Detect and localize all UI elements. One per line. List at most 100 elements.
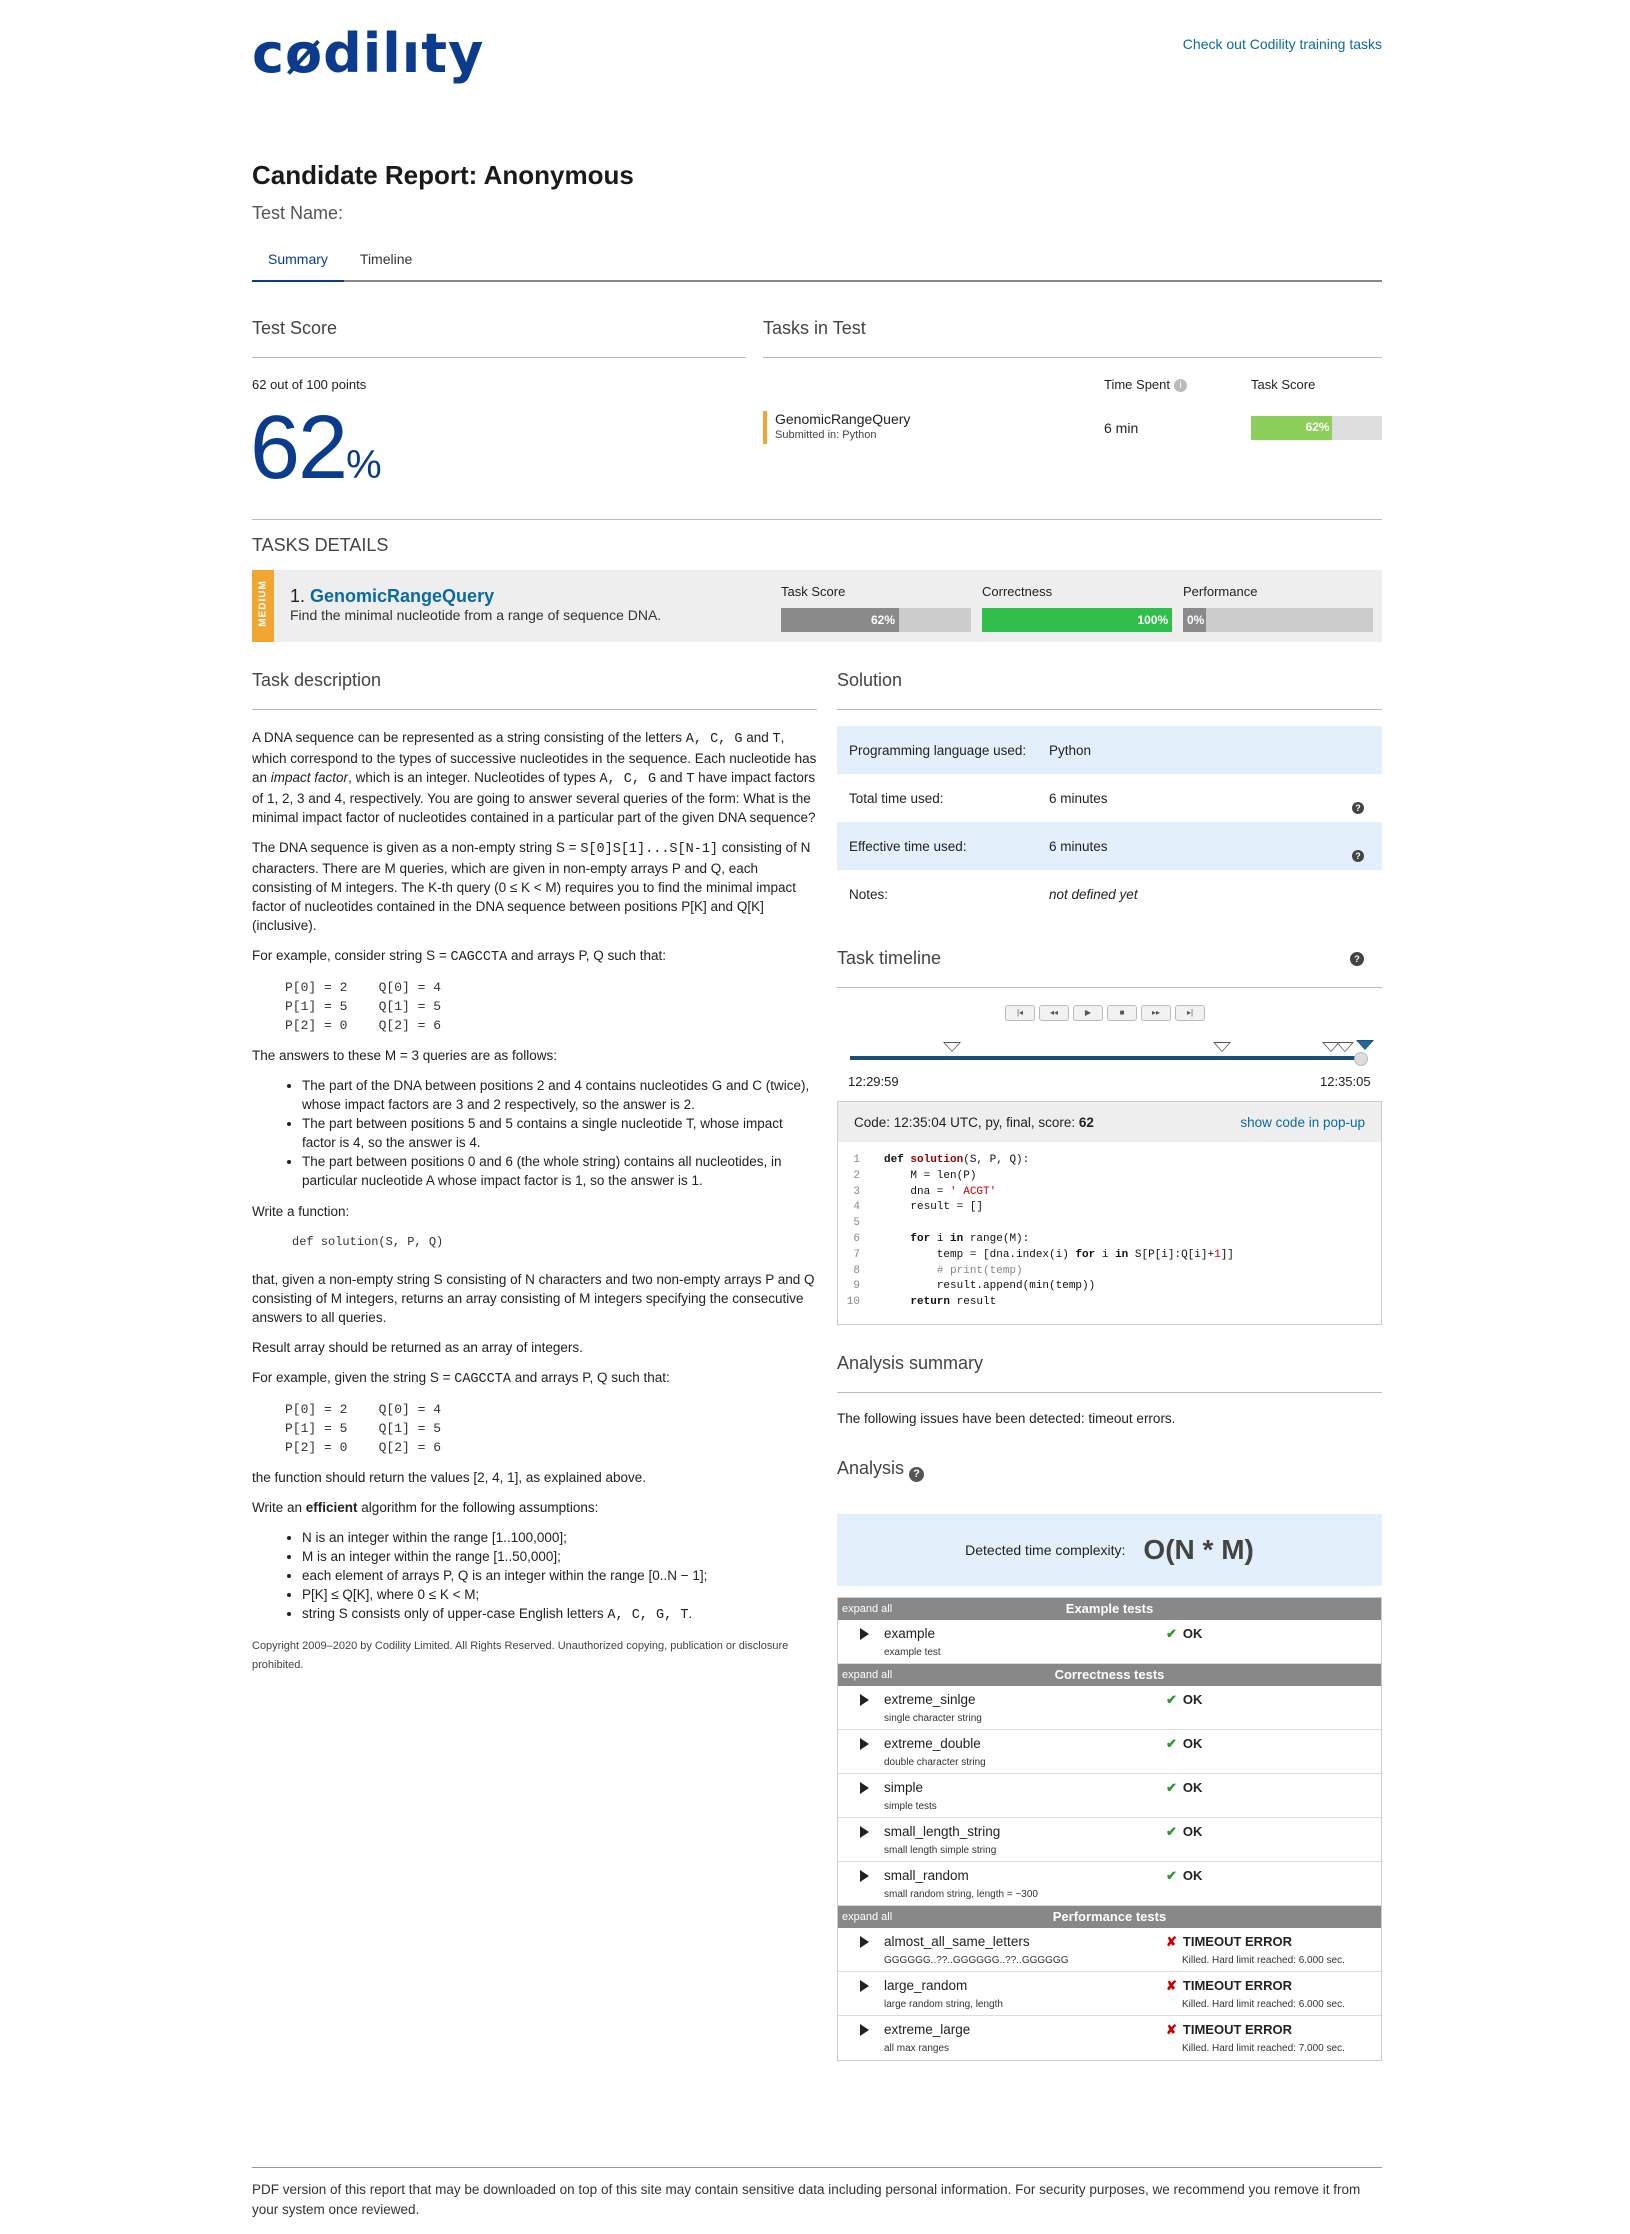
expand-arrow-icon[interactable]: [860, 1936, 869, 1948]
timeline-track[interactable]: [850, 1056, 1366, 1060]
task-timeline-label: Task timeline: [837, 948, 942, 968]
test-result: ✔ OK: [1166, 1824, 1202, 1840]
test-group-header: expand all Example tests: [838, 1598, 1381, 1620]
table-row[interactable]: simple simple tests ✔ OK: [838, 1774, 1381, 1818]
expand-arrow-icon[interactable]: [860, 1694, 869, 1706]
timeline-marker[interactable]: [1336, 1042, 1354, 1052]
test-result-label: OK: [1182, 1780, 1203, 1795]
test-result: ✘ TIMEOUT ERROR: [1166, 2022, 1292, 2038]
test-result-label: OK: [1182, 1626, 1203, 1641]
cross-icon: ✘: [1166, 1934, 1177, 1949]
expand-arrow-icon[interactable]: [860, 1782, 869, 1794]
help-icon[interactable]: ?: [1352, 850, 1364, 862]
analysis-summary-text: The following issues have been detected:…: [837, 1411, 1176, 1426]
check-icon: ✔: [1166, 1780, 1177, 1795]
help-icon[interactable]: ?: [1352, 802, 1364, 814]
task-details-strip: MEDIUM 1. GenomicRangeQuery Find the min…: [252, 570, 1382, 642]
task-name-link[interactable]: GenomicRangeQuery: [310, 586, 494, 606]
check-icon: ✔: [1166, 1824, 1177, 1839]
task-score-bar: 62%: [1251, 416, 1382, 440]
test-result-detail: Killed. Hard limit reached: 7.000 sec.: [1182, 2043, 1345, 2054]
timeline-stop-button[interactable]: ■: [1107, 1005, 1137, 1021]
expand-arrow-icon[interactable]: [860, 1628, 869, 1640]
table-row[interactable]: extreme_sinlge single character string ✔ OK: [838, 1686, 1381, 1730]
cross-icon: ✘: [1166, 1978, 1177, 1993]
timeline-forward-button[interactable]: ▸▸: [1141, 1005, 1171, 1021]
solution-row-total-time: Total time used: 6 minutes ?: [837, 774, 1382, 822]
time-spent-header: Time Spent i: [1104, 377, 1187, 392]
report-tabs: Summary Timeline: [252, 245, 1382, 282]
test-description: small length simple string: [884, 1845, 997, 1856]
test-group-title: Performance tests: [1052, 1909, 1167, 1924]
task-summary-item[interactable]: GenomicRangeQuery Submitted in: Python: [763, 411, 910, 444]
row-value: 6 minutes: [1049, 838, 1108, 854]
description-paragraph: Result array should be returned as an ar…: [252, 1340, 583, 1355]
help-icon[interactable]: ?: [909, 1467, 925, 1482]
list-item: N is an integer within the range [1..100…: [302, 1528, 817, 1547]
timeline-marker[interactable]: [1213, 1042, 1231, 1052]
row-key: Total time used:: [849, 790, 944, 806]
expand-arrow-icon[interactable]: [860, 1870, 869, 1882]
table-row[interactable]: extreme_large all max ranges ✘ TIMEOUT ERRO…: [838, 2016, 1381, 2060]
training-tasks-link[interactable]: Check out Codility training tasks: [1183, 36, 1382, 52]
tasks-in-test-heading: Tasks in Test: [763, 318, 1382, 358]
task-score-header: Task Score: [1251, 377, 1316, 392]
description-paragraph: that, given a non-empty string S consist…: [252, 1272, 815, 1325]
table-row[interactable]: small_random small random string, length …: [838, 1862, 1381, 1906]
table-row[interactable]: extreme_double double character string ✔ OK: [838, 1730, 1381, 1774]
solution-panel: Solution Programming language used: Pyth…: [837, 670, 1382, 918]
code-body: 1 2 3 4 5 6 7 8 9 10 def solution(S, P, Q): M = l…: [838, 1142, 1381, 1311]
description-paragraph: For example, consider string S = CAGCCTA…: [252, 948, 667, 965]
expand-arrow-icon[interactable]: [860, 1738, 869, 1750]
list-item: The part of the DNA between positions 2 …: [302, 1076, 817, 1114]
show-code-popup-link[interactable]: show code in pop-up: [1240, 1115, 1365, 1130]
expand-arrow-icon[interactable]: [860, 2024, 869, 2036]
check-icon: ✔: [1166, 1868, 1177, 1883]
test-group-title: Example tests: [1065, 1601, 1154, 1616]
test-score-heading: Test Score: [252, 318, 746, 358]
points-summary: 62 out of 100 points: [252, 377, 367, 392]
task-timeline-heading: Task timeline?: [837, 948, 1382, 988]
table-row[interactable]: example example test ✔ OK: [838, 1620, 1381, 1664]
timeline-marker[interactable]: [943, 1042, 961, 1052]
timeline-controls: |◂ ◂◂ ▶ ■ ▸▸ ▸|: [1005, 1005, 1205, 1021]
codility-logo[interactable]: cødilıty: [252, 22, 484, 85]
test-result-label: TIMEOUT ERROR: [1182, 1934, 1292, 1949]
timeline-end-time: 12:35:05: [1320, 1074, 1371, 1089]
timeline-last-button[interactable]: ▸|: [1175, 1005, 1205, 1021]
test-description: all max ranges: [884, 2043, 950, 2054]
example-line: P[0] = 2 Q[0] = 4: [285, 1402, 442, 1417]
divider: [252, 2167, 1382, 2168]
expand-arrow-icon[interactable]: [860, 1826, 869, 1838]
expand-all-link[interactable]: expand all: [842, 1906, 892, 1928]
expand-all-link[interactable]: expand all: [842, 1598, 892, 1620]
table-row[interactable]: large_random large random string, length ✘…: [838, 1972, 1381, 2016]
score-percent: 62%: [250, 398, 382, 515]
task-description-heading: Task description: [252, 670, 817, 710]
test-group-header: expand all Correctness tests: [838, 1664, 1381, 1686]
timeline-rewind-button[interactable]: ◂◂: [1039, 1005, 1069, 1021]
page-title: Candidate Report: Anonymous: [252, 160, 634, 190]
example-line: P[2] = 0 Q[2] = 6: [285, 1018, 442, 1033]
row-value: not defined yet: [1049, 886, 1138, 902]
timeline-first-button[interactable]: |◂: [1005, 1005, 1035, 1021]
score-percent-value: 62: [250, 398, 348, 498]
table-row[interactable]: almost_all_same_letters GGGGGG..??..GGGGG…: [838, 1928, 1381, 1972]
help-icon[interactable]: ?: [1350, 952, 1364, 966]
test-result: ✘ TIMEOUT ERROR: [1166, 1934, 1292, 1950]
timeline-marker-selected[interactable]: [1356, 1040, 1374, 1050]
tab-summary[interactable]: Summary: [252, 245, 344, 282]
task-description: A DNA sequence can be represented as a s…: [252, 728, 817, 1675]
task-score-detail-label: 62%: [870, 613, 895, 627]
info-icon[interactable]: i: [1174, 379, 1187, 392]
line-numbers: 1 2 3 4 5 6 7 8 9 10: [846, 1154, 860, 1309]
expand-arrow-icon[interactable]: [860, 1980, 869, 1992]
example-line: P[0] = 2 Q[0] = 4: [285, 980, 442, 995]
test-description: double character string: [884, 1757, 986, 1768]
test-name: almost_all_same_letters: [884, 1934, 1030, 1949]
timeline-play-button[interactable]: ▶: [1073, 1005, 1103, 1021]
tab-timeline[interactable]: Timeline: [344, 245, 428, 280]
expand-all-link[interactable]: expand all: [842, 1664, 892, 1686]
table-row[interactable]: small_length_string small length simple s…: [838, 1818, 1381, 1862]
timeline-slider-handle[interactable]: [1354, 1052, 1368, 1066]
